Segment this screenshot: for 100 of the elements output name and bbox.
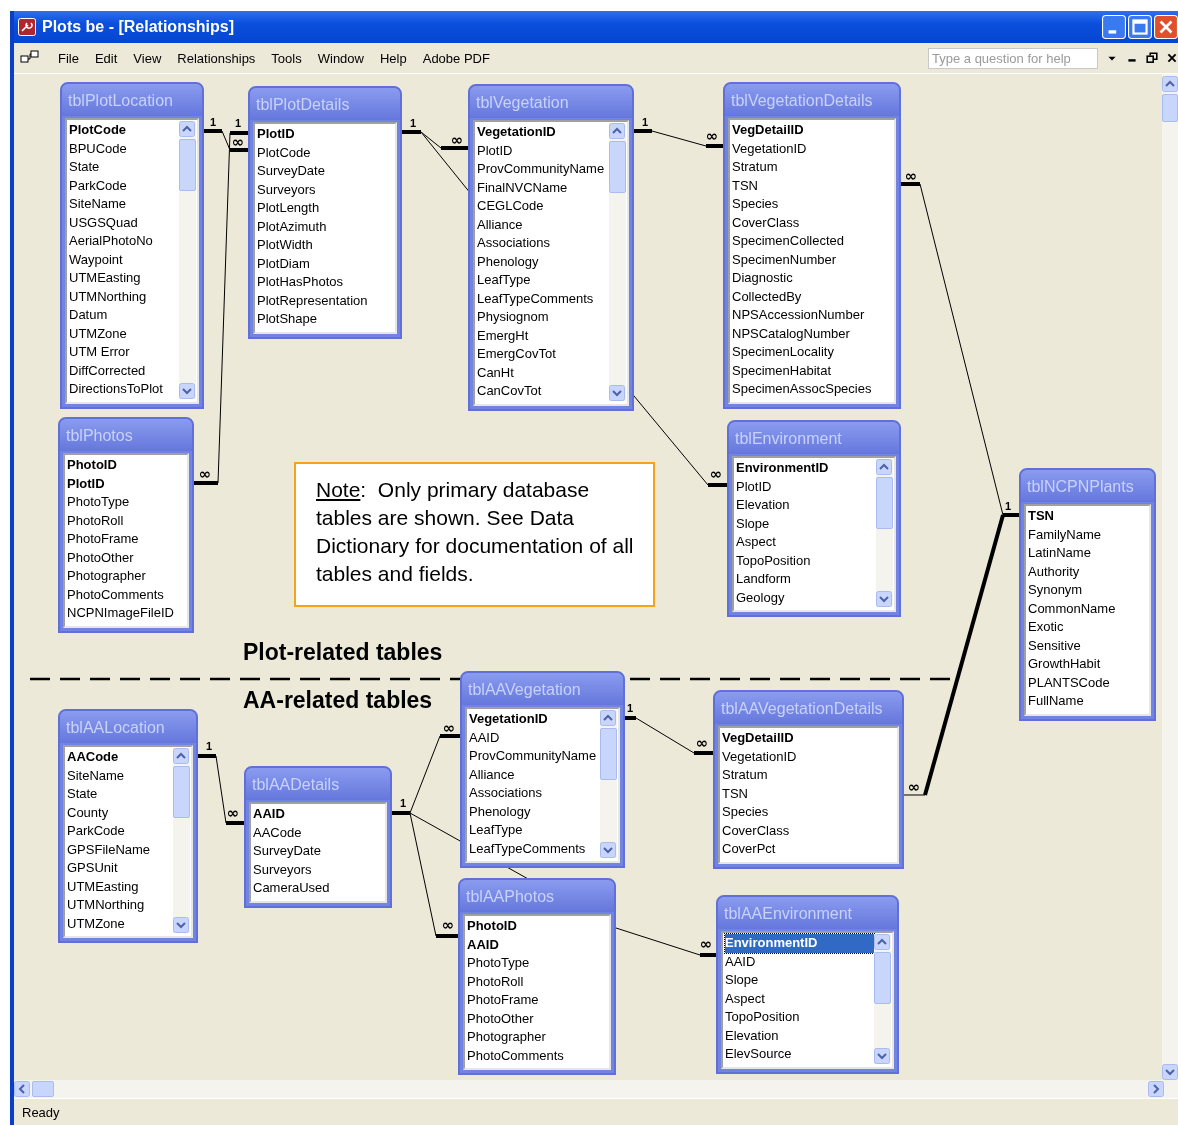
field-item[interactable]: Associations bbox=[469, 784, 601, 803]
field-item[interactable]: Authority bbox=[1028, 562, 1148, 581]
field-item[interactable]: CommonName bbox=[1028, 599, 1148, 618]
field-item[interactable]: PlotCode bbox=[257, 143, 394, 162]
help-field[interactable]: Type a question for help bbox=[928, 47, 1098, 69]
field-item[interactable]: Exotic bbox=[1028, 618, 1148, 637]
field-item[interactable]: EmergCovTot bbox=[477, 345, 609, 364]
scroll-left-icon[interactable] bbox=[14, 1081, 30, 1097]
field-item[interactable]: State bbox=[69, 158, 179, 177]
field-item[interactable]: LeafType bbox=[469, 821, 601, 840]
field-item[interactable]: Waypoint bbox=[69, 250, 179, 269]
close-icon[interactable] bbox=[1166, 52, 1178, 64]
field-item[interactable]: CoverClass bbox=[732, 213, 893, 232]
field-item[interactable]: Sensitive bbox=[1028, 636, 1148, 655]
scrollbar[interactable] bbox=[609, 123, 626, 401]
field-item[interactable]: UTM Error bbox=[69, 343, 179, 362]
field-item[interactable]: Alliance bbox=[469, 765, 601, 784]
field-item[interactable]: Slope bbox=[736, 514, 876, 533]
field-item[interactable]: PlotAzimuth bbox=[257, 217, 394, 236]
field-item[interactable]: CEGLCode bbox=[477, 197, 609, 216]
field-item[interactable]: UTMZone bbox=[67, 914, 173, 933]
table-window[interactable]: tblAADetails AAID AACode SurveyDate Surveyors CameraUsed bbox=[244, 766, 392, 908]
field-item[interactable]: Associations bbox=[477, 234, 609, 253]
table-window[interactable]: tblPlotLocation PlotCode BPUCode State ParkCode SiteName USGSQuad AerialPhotoNo Waypoint UTMEasting UTMNorthing Datum UTMZone UTM Error DiffCorrected DirectionsToPlot bbox=[60, 82, 204, 409]
field-item[interactable]: Photographer bbox=[467, 1028, 608, 1047]
field-item[interactable]: LeafTypeComments bbox=[469, 839, 601, 858]
menu-item[interactable]: Adobe PDF bbox=[414, 50, 498, 66]
scroll-thumb[interactable] bbox=[173, 766, 190, 818]
field-item[interactable]: Datum bbox=[69, 306, 179, 325]
scroll-down-icon[interactable] bbox=[876, 591, 892, 607]
field-item[interactable]: CameraUsed bbox=[253, 879, 384, 898]
field-item[interactable]: VegDetailID bbox=[722, 729, 896, 748]
field-item[interactable]: NPSCatalogNumber bbox=[732, 324, 893, 343]
field-item[interactable]: SpecimenLocality bbox=[732, 343, 893, 362]
scroll-down-icon[interactable] bbox=[173, 917, 189, 933]
menu-item[interactable]: View bbox=[125, 50, 170, 66]
scroll-thumb[interactable] bbox=[876, 477, 893, 529]
field-item[interactable]: PhotoRoll bbox=[67, 511, 186, 530]
field-item[interactable]: UTMEasting bbox=[69, 269, 179, 288]
field-item[interactable]: TopoPosition bbox=[736, 551, 876, 570]
table-window[interactable]: tblAAVegetation VegetationID AAID ProvCommunityName Alliance Associations Phenology LeafType LeafTypeComments bbox=[460, 671, 626, 868]
field-item[interactable]: PlotDiam bbox=[257, 254, 394, 273]
field-item[interactable]: Slope bbox=[725, 971, 874, 990]
field-item[interactable]: AAID bbox=[253, 805, 384, 824]
field-item[interactable]: UTMZone bbox=[69, 324, 179, 343]
field-item[interactable]: SiteName bbox=[69, 195, 179, 214]
field-item[interactable]: AerialPhotoNo bbox=[69, 232, 179, 251]
field-item[interactable]: PhotoRoll bbox=[467, 972, 608, 991]
field-item[interactable]: PhotoID bbox=[467, 917, 608, 936]
field-item[interactable]: UTMEasting bbox=[67, 877, 173, 896]
scrollbar[interactable] bbox=[600, 710, 618, 858]
field-item[interactable]: SurveyDate bbox=[257, 162, 394, 181]
scroll-up-icon[interactable] bbox=[179, 121, 195, 137]
field-item[interactable]: DirectionsToPlot bbox=[69, 380, 179, 399]
field-item[interactable]: Photographer bbox=[67, 567, 186, 586]
field-item[interactable]: AAID bbox=[467, 935, 608, 954]
field-item[interactable]: Surveyors bbox=[257, 180, 394, 199]
field-item[interactable]: EnvironmentID bbox=[736, 459, 876, 478]
scrollbar[interactable] bbox=[876, 459, 893, 607]
field-item[interactable]: NPSAccessionNumber bbox=[732, 306, 893, 325]
field-item[interactable]: VegDetailID bbox=[732, 121, 893, 140]
field-item[interactable]: CanHt bbox=[477, 363, 609, 382]
field-item[interactable]: ProvCommunityName bbox=[469, 747, 601, 766]
horizontal-scrollbar[interactable] bbox=[14, 1080, 1178, 1098]
field-item[interactable]: Alliance bbox=[477, 215, 609, 234]
field-item[interactable]: PhotoType bbox=[67, 493, 186, 512]
field-item[interactable]: ParkCode bbox=[69, 176, 179, 195]
field-item[interactable]: Elevation bbox=[725, 1026, 874, 1045]
field-item[interactable]: CoverPct bbox=[722, 840, 896, 859]
field-item[interactable]: CoverClass bbox=[722, 821, 896, 840]
field-item[interactable]: ProvCommunityName bbox=[477, 160, 609, 179]
field-item[interactable]: TSN bbox=[1028, 507, 1148, 526]
scroll-down-icon[interactable] bbox=[1162, 1064, 1178, 1080]
field-item[interactable]: TopoPosition bbox=[725, 1008, 874, 1027]
field-item[interactable]: ElevSource bbox=[725, 1045, 874, 1064]
scroll-up-icon[interactable] bbox=[600, 710, 617, 726]
field-item[interactable]: PlotWidth bbox=[257, 236, 394, 255]
scroll-down-icon[interactable] bbox=[609, 384, 625, 401]
scroll-thumb[interactable] bbox=[1162, 94, 1178, 122]
field-item[interactable]: PhotoFrame bbox=[67, 530, 186, 549]
field-item[interactable]: LatinName bbox=[1028, 544, 1148, 563]
field-item[interactable]: Elevation bbox=[736, 496, 876, 515]
field-item[interactable]: DiffCorrected bbox=[69, 361, 179, 380]
field-item[interactable]: GPSFileName bbox=[67, 840, 173, 859]
scroll-right-icon[interactable] bbox=[1148, 1081, 1164, 1097]
scroll-up-icon[interactable] bbox=[874, 934, 890, 950]
field-item[interactable]: Landform bbox=[736, 570, 876, 589]
field-item[interactable]: Geology bbox=[736, 588, 876, 607]
field-item[interactable]: Diagnostic bbox=[732, 269, 893, 288]
scroll-thumb[interactable] bbox=[179, 139, 196, 191]
field-item[interactable]: PlotID bbox=[67, 474, 186, 493]
field-item[interactable]: UTMNorthing bbox=[69, 287, 179, 306]
field-item[interactable]: Phenology bbox=[469, 802, 601, 821]
field-item[interactable]: VegetationID bbox=[732, 139, 893, 158]
scroll-down-icon[interactable] bbox=[600, 842, 617, 858]
field-item[interactable]: PlotID bbox=[477, 141, 609, 160]
menu-item[interactable]: Edit bbox=[86, 50, 126, 66]
field-item[interactable]: FullName bbox=[1028, 692, 1148, 711]
scroll-thumb[interactable] bbox=[874, 952, 891, 1004]
field-item[interactable]: Species bbox=[722, 803, 896, 822]
